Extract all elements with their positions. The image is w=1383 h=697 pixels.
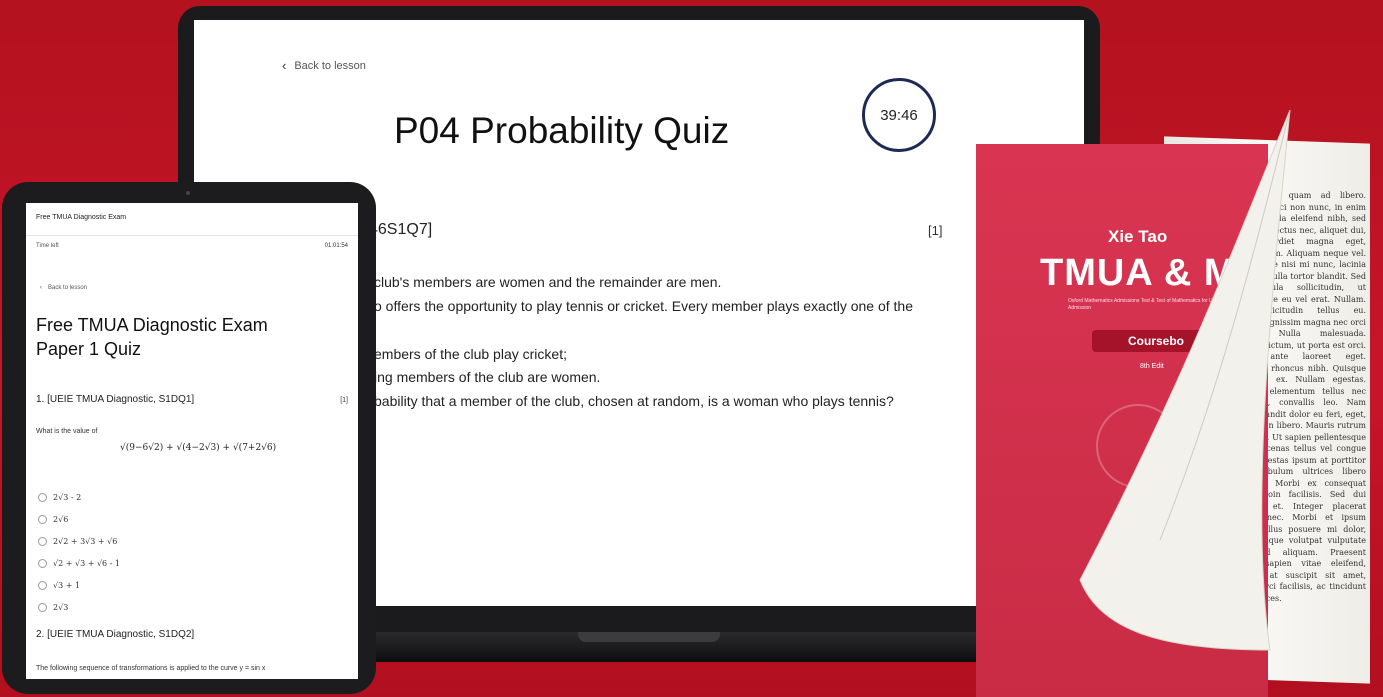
radio-icon[interactable] xyxy=(38,603,47,612)
quiz-title: P04 Probability Quiz xyxy=(394,110,730,151)
radio-icon[interactable] xyxy=(38,515,47,524)
answer-option-label: √2 + √3 + √6 - 1 xyxy=(53,559,121,568)
answer-option[interactable]: √2 + √3 + √6 - 1 xyxy=(38,559,120,568)
page-curl xyxy=(1079,110,1291,651)
time-left-label: Time left xyxy=(36,243,59,249)
answer-option[interactable]: 2√3 - 2 xyxy=(38,493,81,502)
exam-title-line: Free TMUA Diagnostic Exam xyxy=(36,315,268,335)
question-1-mark: [1] xyxy=(340,397,348,404)
answer-option-label: 2√3 xyxy=(53,603,69,612)
back-label: Back to lesson xyxy=(294,59,366,72)
question-2-text: The following sequence of transformation… xyxy=(36,665,266,672)
answer-option-label: 2√3 - 2 xyxy=(53,493,82,502)
question-1-prompt: What is the value of xyxy=(36,428,98,435)
question-2-header: 2. [UEIE TMUA Diagnostic, S1DQ2] xyxy=(36,629,195,640)
countdown-timer: 39:46 xyxy=(862,78,936,152)
answer-option[interactable]: 2√6 xyxy=(38,515,68,524)
question-line: o offers the opportunity to play tennis … xyxy=(374,298,914,314)
back-to-lesson-link[interactable]: ‹ Back to lesson xyxy=(40,285,87,291)
answer-option[interactable]: √3 + 1 xyxy=(38,581,80,590)
exam-title: Free TMUA Diagnostic Exam Paper 1 Quiz xyxy=(36,313,336,361)
radio-icon[interactable] xyxy=(38,559,47,568)
answer-option[interactable]: 2√3 xyxy=(38,603,68,612)
app-title: Free TMUA Diagnostic Exam xyxy=(36,214,127,221)
answer-option-label: √3 + 1 xyxy=(53,581,81,590)
question-mark: [1] xyxy=(928,223,943,238)
question-header: 46S1Q7] xyxy=(369,221,433,238)
question-1-expression: √(9−6√2) + √(4−2√3) + √(7+2√6) xyxy=(120,443,277,453)
question-line: club's members are women and the remaind… xyxy=(374,274,722,290)
exam-title-line: Paper 1 Quiz xyxy=(36,339,142,359)
chevron-left-icon: ‹ xyxy=(40,285,42,291)
chevron-left-icon: ‹ xyxy=(282,58,287,73)
answer-option-label: 2√6 xyxy=(53,515,69,524)
tablet: Free TMUA Diagnostic Exam Time left 01:0… xyxy=(2,182,376,694)
camera-dot xyxy=(186,191,190,195)
time-left-value: 01:01:54 xyxy=(324,243,348,249)
answer-option[interactable]: 2√2 + 3√3 + √6 xyxy=(38,537,117,546)
app-bar: Free TMUA Diagnostic Exam xyxy=(26,203,358,236)
question-line: ing members of the club are women. xyxy=(374,369,601,385)
answer-option-label: 2√2 + 3√3 + √6 xyxy=(53,537,118,546)
laptop-notch xyxy=(578,632,720,642)
radio-icon[interactable] xyxy=(38,581,47,590)
curled-page xyxy=(1079,110,1291,651)
tablet-screen: Free TMUA Diagnostic Exam Time left 01:0… xyxy=(26,203,358,679)
back-to-lesson-link[interactable]: ‹ Back to lesson xyxy=(282,58,366,73)
question-1-header: 1. [UEIE TMUA Diagnostic, S1DQ1] xyxy=(36,394,195,405)
radio-icon[interactable] xyxy=(38,493,47,502)
back-label: Back to lesson xyxy=(48,285,88,291)
question-line: embers of the club play cricket; xyxy=(374,346,567,362)
question-line: bability that a member of the club, chos… xyxy=(374,393,894,409)
promo-stage: ‹ Back to lesson P04 Probability Quiz 39… xyxy=(0,0,1383,697)
radio-icon[interactable] xyxy=(38,537,47,546)
